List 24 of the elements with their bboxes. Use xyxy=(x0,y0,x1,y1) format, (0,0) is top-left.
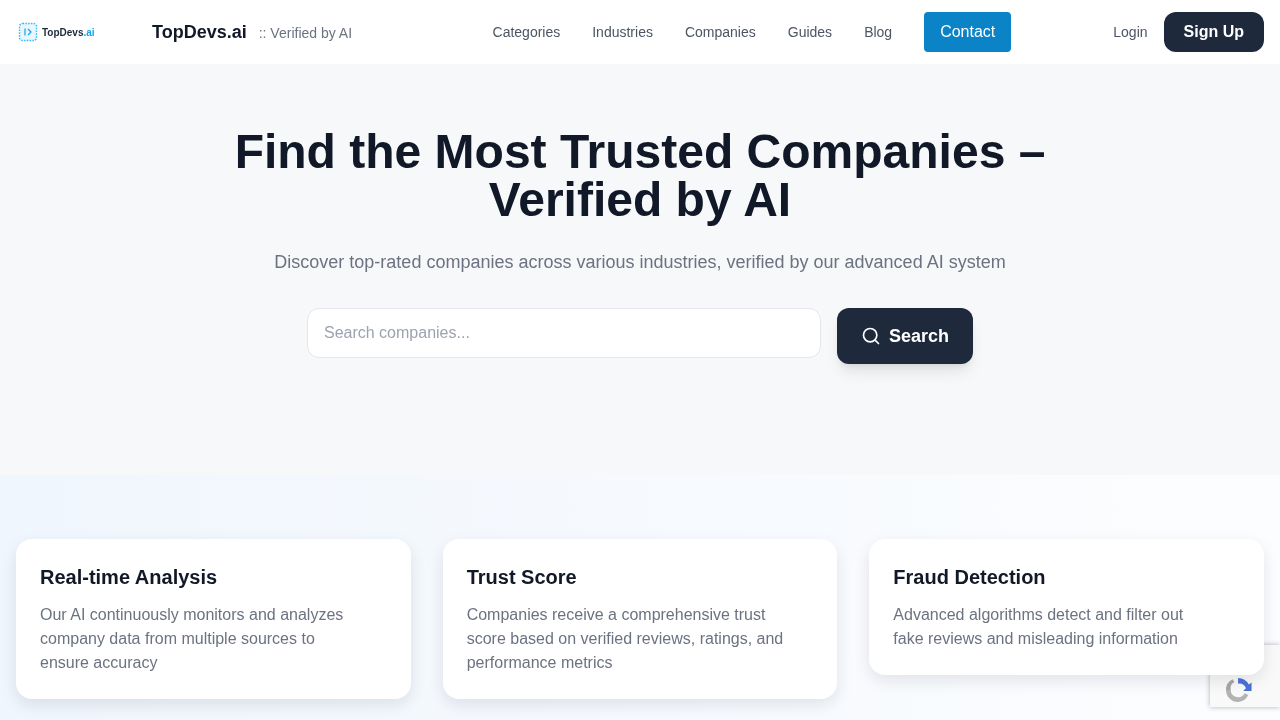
search-icon xyxy=(860,326,881,346)
feature-description: Our AI continuously monitors and analyzes company data from multiple sources to ensure accuracy xyxy=(40,605,345,673)
contact-button[interactable]: Contact xyxy=(924,12,1012,52)
search-button[interactable]: Search xyxy=(836,308,973,364)
nav-link[interactable]: Guides xyxy=(787,22,833,42)
feature-title: Real-time Analysis xyxy=(40,565,219,590)
sign-up-button[interactable]: Sign Up xyxy=(1163,12,1264,52)
feature-title: Fraud Detection xyxy=(893,565,1047,590)
search-field[interactable]: Search companies... xyxy=(306,308,821,358)
nav-link[interactable]: Companies xyxy=(684,22,756,42)
nav-link[interactable]: Categories xyxy=(492,22,561,42)
tagline: :: Verified by AI xyxy=(258,23,353,43)
recaptcha-arrow-icon xyxy=(1226,677,1252,703)
feature-title: Trust Score xyxy=(466,565,578,590)
logo-text: TopDevs.ai xyxy=(42,25,95,40)
nav-link[interactable]: Blog xyxy=(864,22,893,42)
feature-description: Advanced algorithms detect and filter out fake reviews and misleading information xyxy=(893,605,1185,649)
nav-link[interactable]: Industries xyxy=(592,22,653,42)
brand-link[interactable]: TopDevs.ai xyxy=(152,18,247,46)
hero-title: Find the Most Trusted Companies – Verified by AI xyxy=(233,128,1047,224)
hero-subtitle: Discover top-rated companies across various industries, verified by our advanced AI system xyxy=(274,251,1006,274)
chip-code-icon xyxy=(18,22,38,42)
feature-description: Companies receive a comprehensive trust score based on verified reviews, ratings, and performance metrics xyxy=(466,605,785,673)
login-link[interactable]: Login xyxy=(1113,22,1148,42)
